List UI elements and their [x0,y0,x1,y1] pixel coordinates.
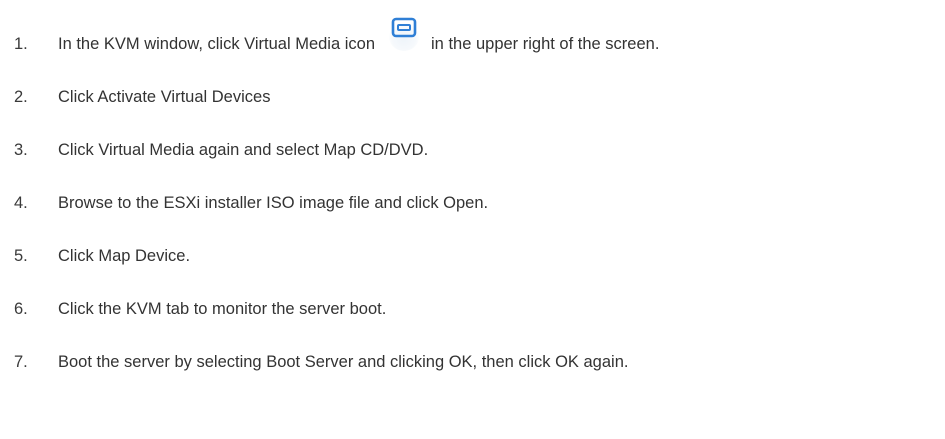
step-item-5: 5. Click Map Device. [14,241,190,271]
step-number: 4. [14,193,28,212]
step-number: 7. [14,352,28,371]
step-item-1: 1. In the KVM window, click Virtual Medi… [14,17,660,61]
step-text: Click Activate Virtual Devices [58,87,271,106]
step-text-before-icon: In the KVM window, click Virtual Media i… [58,34,376,53]
step-number: 2. [14,87,28,106]
step-item-7: 7. Boot the server by selecting Boot Ser… [14,347,628,377]
step-number: 3. [14,140,28,159]
step-text: Click the KVM tab to monitor the server … [58,299,387,318]
instruction-list: 1. In the KVM window, click Virtual Medi… [14,0,939,439]
step-text: In the KVM window, click Virtual Media i… [58,17,660,61]
step-item-4: 4. Browse to the ESXi installer ISO imag… [14,188,488,218]
step-text-after-icon: in the upper right of the screen. [431,34,660,53]
step-text: Click Map Device. [58,246,191,265]
step-text: Boot the server by selecting Boot Server… [58,352,629,371]
step-text: Click Virtual Media again and select Map… [58,140,429,159]
step-item-2: 2. Click Activate Virtual Devices [14,82,270,112]
step-number: 1. [14,34,28,53]
step-item-6: 6. Click the KVM tab to monitor the serv… [14,294,386,324]
virtual-media-glyph [391,17,417,38]
step-text: Browse to the ESXi installer ISO image f… [58,193,489,212]
step-item-3: 3. Click Virtual Media again and select … [14,135,428,165]
step-number: 6. [14,299,28,318]
virtual-media-icon [387,17,421,51]
step-number: 5. [14,246,28,265]
